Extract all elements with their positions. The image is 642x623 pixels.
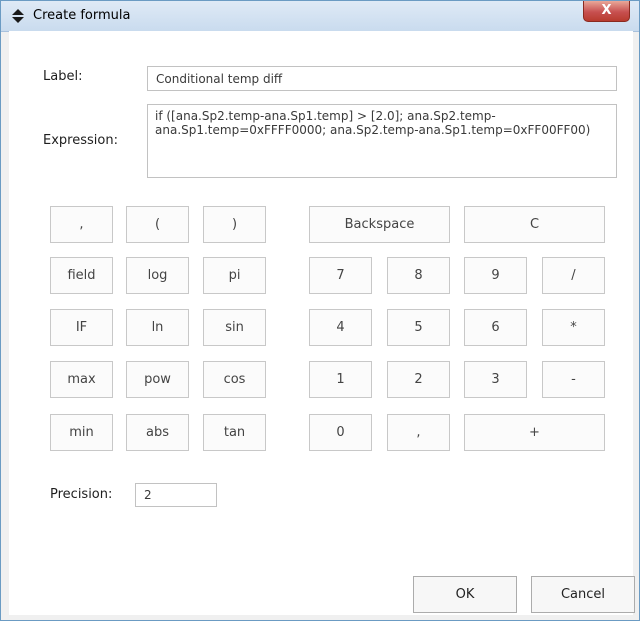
label-caption: Label:	[43, 69, 83, 84]
if-button[interactable]: IF	[50, 309, 113, 346]
digit-5-button[interactable]: 5	[387, 309, 450, 346]
max-button[interactable]: max	[50, 361, 113, 398]
create-formula-dialog: Create formula X Label: Expression: if (…	[0, 0, 640, 621]
abs-button[interactable]: abs	[126, 414, 189, 451]
plus-button[interactable]: +	[464, 414, 605, 451]
decimal-button[interactable]: ,	[387, 414, 450, 451]
clear-button[interactable]: C	[464, 206, 605, 243]
digit-6-button[interactable]: 6	[464, 309, 527, 346]
digit-7-button[interactable]: 7	[309, 257, 372, 294]
digit-8-button[interactable]: 8	[387, 257, 450, 294]
min-button[interactable]: min	[50, 414, 113, 451]
open-paren-button[interactable]: (	[126, 206, 189, 243]
pi-button[interactable]: pi	[203, 257, 266, 294]
multiply-button[interactable]: *	[542, 309, 605, 346]
close-paren-button[interactable]: )	[203, 206, 266, 243]
expression-caption: Expression:	[43, 133, 118, 148]
title-bar[interactable]: Create formula X	[1, 1, 639, 32]
digit-3-button[interactable]: 3	[464, 361, 527, 398]
divide-button[interactable]: /	[542, 257, 605, 294]
pow-button[interactable]: pow	[126, 361, 189, 398]
digit-1-button[interactable]: 1	[309, 361, 372, 398]
comma-button[interactable]: ,	[50, 206, 113, 243]
expression-input[interactable]: if ([ana.Sp2.temp-ana.Sp1.temp] > [2.0];…	[147, 104, 617, 178]
field-button[interactable]: field	[50, 257, 113, 294]
cancel-button[interactable]: Cancel	[531, 576, 635, 613]
tan-button[interactable]: tan	[203, 414, 266, 451]
digit-9-button[interactable]: 9	[464, 257, 527, 294]
dialog-body: Label: Expression: if ([ana.Sp2.temp-ana…	[9, 31, 635, 615]
digit-4-button[interactable]: 4	[309, 309, 372, 346]
app-icon	[12, 9, 24, 23]
precision-input[interactable]	[135, 483, 217, 507]
backspace-button[interactable]: Backspace	[309, 206, 450, 243]
digit-0-button[interactable]: 0	[309, 414, 372, 451]
ok-button[interactable]: OK	[413, 576, 517, 613]
cos-button[interactable]: cos	[203, 361, 266, 398]
label-input[interactable]	[147, 66, 617, 91]
sin-button[interactable]: sin	[203, 309, 266, 346]
log-button[interactable]: log	[126, 257, 189, 294]
precision-caption: Precision:	[50, 487, 113, 502]
digit-2-button[interactable]: 2	[387, 361, 450, 398]
minus-button[interactable]: -	[542, 361, 605, 398]
window-title: Create formula	[33, 8, 131, 23]
ln-button[interactable]: ln	[126, 309, 189, 346]
close-button[interactable]: X	[583, 1, 630, 22]
